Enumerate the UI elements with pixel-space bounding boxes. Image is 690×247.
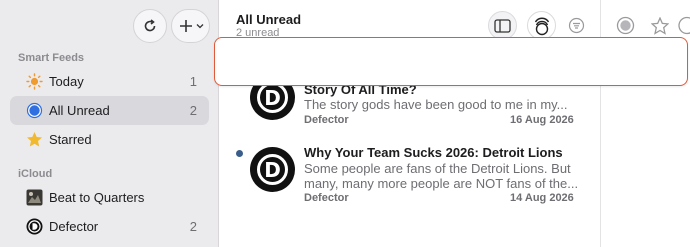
- mark-all-read-button[interactable]: [527, 11, 556, 40]
- defector-logo-icon: [26, 218, 43, 235]
- sidebar-item-today[interactable]: Today 1: [10, 67, 209, 96]
- defector-logo-icon: D: [250, 147, 295, 192]
- feed-image-icon: [26, 189, 43, 206]
- refresh-icon: [144, 19, 156, 32]
- sidebar-item-label: Today: [49, 74, 84, 89]
- timeline-title: All Unread: [236, 12, 302, 27]
- article-summary: Some people are fans of the Detroit Lion…: [304, 161, 571, 176]
- sidebar-item-beat-to-quarters[interactable]: Beat to Quarters: [10, 183, 209, 212]
- refresh-button[interactable]: [133, 9, 167, 43]
- section-label-icloud: iCloud: [18, 168, 53, 180]
- all-unread-icon: [26, 102, 43, 119]
- circle-icon: [616, 16, 635, 35]
- article-summary: The story gods have been good to me in m…: [304, 97, 568, 112]
- sidebar: Smart Feeds Today 1 All Unread 2 Starred…: [0, 0, 219, 247]
- filter-icon: [568, 17, 585, 34]
- mark-read-button[interactable]: [611, 11, 640, 40]
- article-source: Defector: [304, 114, 349, 126]
- unread-indicator: [236, 150, 243, 157]
- sidebar-item-all-unread[interactable]: All Unread 2: [10, 96, 209, 125]
- filter-button[interactable]: [562, 11, 591, 40]
- sun-icon: [26, 73, 43, 90]
- sidebar-item-label: Starred: [49, 132, 92, 147]
- article-date: 14 Aug 2026: [510, 192, 574, 204]
- article-title: Why Your Team Sucks 2026: Detroit Lions: [304, 145, 563, 160]
- mark-all-read-icon: [534, 17, 549, 35]
- article-date: 16 Aug 2026: [510, 114, 574, 126]
- circle-icon: [678, 16, 690, 35]
- article-summary: many, many more people are NOT fans of t…: [304, 176, 579, 191]
- unread-count: 1: [189, 74, 197, 89]
- unread-count: 2: [189, 219, 197, 234]
- chevron-down-icon: [196, 24, 203, 29]
- add-feed-button[interactable]: [171, 9, 210, 43]
- sidebar-toggle-button[interactable]: [488, 11, 517, 40]
- unread-count: 2: [189, 103, 197, 118]
- sidebar-toggle-icon: [494, 18, 511, 33]
- sidebar-item-starred[interactable]: Starred: [10, 125, 209, 154]
- highlight-box: [214, 37, 688, 86]
- article-source: Defector: [304, 192, 349, 204]
- star-icon: [650, 16, 669, 35]
- star-button[interactable]: [645, 11, 674, 40]
- sidebar-item-label: All Unread: [49, 103, 110, 118]
- sidebar-item-defector[interactable]: Defector 2: [10, 212, 209, 241]
- plus-icon: [179, 20, 192, 32]
- section-label-smart-feeds: Smart Feeds: [18, 52, 85, 64]
- star-icon: [26, 131, 43, 148]
- unread-toggle-button[interactable]: [677, 11, 690, 40]
- sidebar-item-label: Defector: [49, 219, 99, 234]
- sidebar-item-label: Beat to Quarters: [49, 190, 145, 205]
